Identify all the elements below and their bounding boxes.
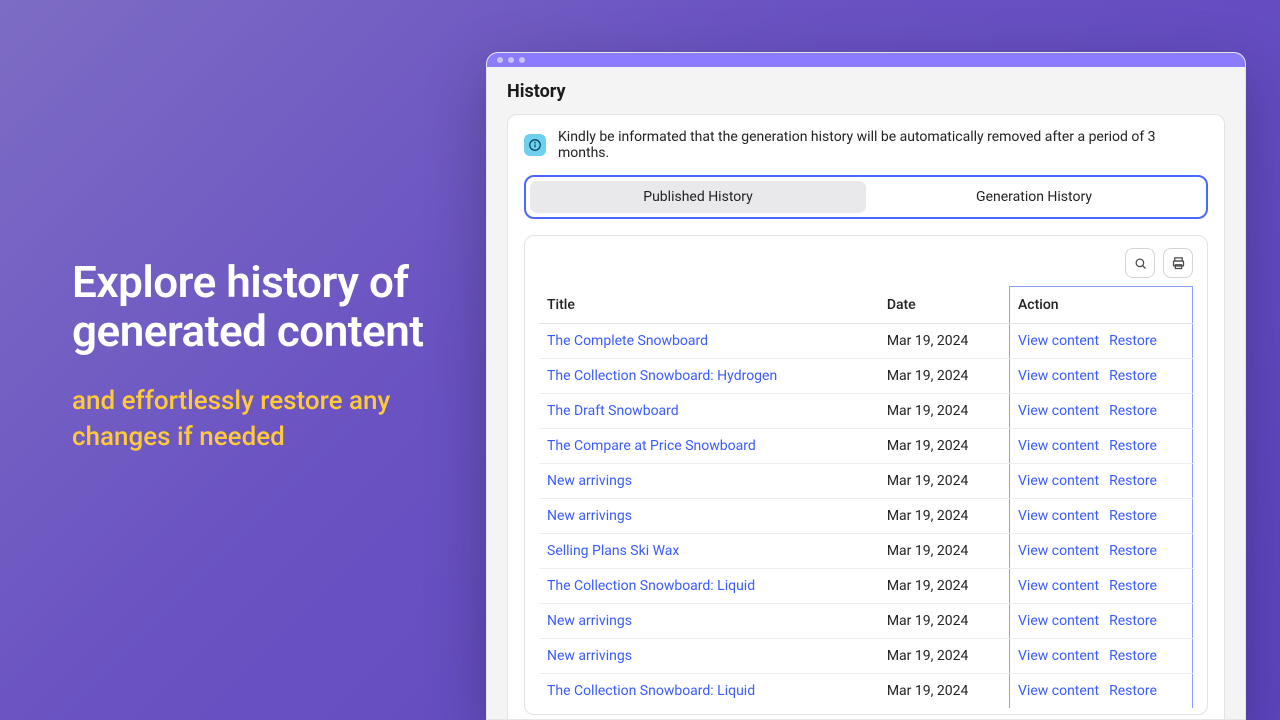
view-content-link[interactable]: View content — [1018, 683, 1099, 699]
traffic-light-dot — [519, 57, 525, 63]
tabs: Published HistoryGeneration History — [524, 175, 1208, 219]
history-table: Title Date Action The Complete Snowboard… — [539, 286, 1193, 708]
row-title-link[interactable]: New arrivings — [547, 508, 632, 524]
row-actions: View content Restore — [1010, 674, 1193, 709]
restore-link[interactable]: Restore — [1109, 508, 1157, 524]
restore-link[interactable]: Restore — [1109, 473, 1157, 489]
row-date: Mar 19, 2024 — [879, 429, 1010, 464]
info-icon — [524, 134, 546, 156]
traffic-light-dot — [497, 57, 503, 63]
row-actions: View content Restore — [1010, 569, 1193, 604]
row-title-link[interactable]: The Compare at Price Snowboard — [547, 438, 756, 454]
col-header-date: Date — [879, 287, 1010, 324]
table-row: New arrivings Mar 19, 2024 View content Res… — [539, 639, 1193, 674]
row-title-link[interactable]: Selling Plans Ski Wax — [547, 543, 679, 559]
restore-link[interactable]: Restore — [1109, 438, 1157, 454]
table-row: The Compare at Price Snowboard Mar 19, 20… — [539, 429, 1193, 464]
table-row: The Draft SnowboardMar 19, 2024View cont… — [539, 394, 1193, 429]
row-actions: View content Restore — [1010, 499, 1193, 534]
view-content-link[interactable]: View content — [1018, 648, 1099, 664]
view-content-link[interactable]: View content — [1018, 438, 1099, 454]
tab-generation-history[interactable]: Generation History — [866, 181, 1202, 213]
row-date: Mar 19, 2024 — [879, 499, 1010, 534]
view-content-link[interactable]: View content — [1018, 333, 1099, 349]
table-row: The Collection Snowboard: Hydrogen Mar 19… — [539, 359, 1193, 394]
view-content-link[interactable]: View content — [1018, 368, 1099, 384]
tab-published-history[interactable]: Published History — [530, 181, 866, 213]
traffic-light-dot — [508, 57, 514, 63]
row-actions: View content Restore — [1010, 324, 1193, 359]
row-title-link[interactable]: New arrivings — [547, 648, 632, 664]
restore-link[interactable]: Restore — [1109, 648, 1157, 664]
row-actions: View content Restore — [1010, 359, 1193, 394]
history-card: Kindly be informated that the generation… — [507, 114, 1225, 720]
print-icon — [1171, 256, 1186, 271]
search-button[interactable] — [1125, 248, 1155, 278]
row-actions: View content Restore — [1010, 429, 1193, 464]
row-title-link[interactable]: The Draft Snowboard — [547, 403, 679, 419]
row-date: Mar 19, 2024 — [879, 674, 1010, 709]
print-button[interactable] — [1163, 248, 1193, 278]
view-content-link[interactable]: View content — [1018, 613, 1099, 629]
page-title: History — [507, 81, 1225, 102]
info-banner-text: Kindly be informated that the generation… — [558, 129, 1208, 161]
row-date: Mar 19, 2024 — [879, 569, 1010, 604]
row-actions: View content Restore — [1010, 464, 1193, 499]
row-title-link[interactable]: New arrivings — [547, 613, 632, 629]
row-date: Mar 19, 2024 — [879, 394, 1010, 429]
restore-link[interactable]: Restore — [1109, 543, 1157, 559]
row-date: Mar 19, 2024 — [879, 604, 1010, 639]
col-header-title: Title — [539, 287, 879, 324]
row-title-link[interactable]: The Collection Snowboard: Liquid — [547, 578, 755, 594]
row-date: Mar 19, 2024 — [879, 534, 1010, 569]
restore-link[interactable]: Restore — [1109, 578, 1157, 594]
row-date: Mar 19, 2024 — [879, 639, 1010, 674]
table-row: New arrivings Mar 19, 2024 View content Res… — [539, 464, 1193, 499]
table-row: The Collection Snowboard: Liquid Mar 19, … — [539, 569, 1193, 604]
table-panel: Title Date Action The Complete Snowboard… — [524, 235, 1208, 715]
row-title-link[interactable]: The Collection Snowboard: Liquid — [547, 683, 755, 699]
row-date: Mar 19, 2024 — [879, 324, 1010, 359]
table-row: New arrivings Mar 19, 2024 View content Res… — [539, 604, 1193, 639]
search-icon — [1133, 256, 1148, 271]
view-content-link[interactable]: View content — [1018, 403, 1099, 419]
table-row: New arrivings Mar 19, 2024 View content Res… — [539, 499, 1193, 534]
window-titlebar — [487, 53, 1245, 67]
row-actions: View content Restore — [1010, 534, 1193, 569]
view-content-link[interactable]: View content — [1018, 508, 1099, 524]
row-date: Mar 19, 2024 — [879, 464, 1010, 499]
row-title-link[interactable]: The Collection Snowboard: Hydrogen — [547, 368, 777, 384]
view-content-link[interactable]: View content — [1018, 578, 1099, 594]
col-header-action: Action — [1010, 287, 1193, 324]
promo-headline: Explore history of generated content — [72, 258, 432, 357]
table-row: Selling Plans Ski WaxMar 19, 2024View co… — [539, 534, 1193, 569]
row-title-link[interactable]: New arrivings — [547, 473, 632, 489]
restore-link[interactable]: Restore — [1109, 403, 1157, 419]
view-content-link[interactable]: View content — [1018, 473, 1099, 489]
row-actions: View content Restore — [1010, 639, 1193, 674]
row-title-link[interactable]: The Complete Snowboard — [547, 333, 708, 349]
row-date: Mar 19, 2024 — [879, 359, 1010, 394]
promo-subline: and effortlessly restore any changes if … — [72, 383, 432, 456]
restore-link[interactable]: Restore — [1109, 333, 1157, 349]
restore-link[interactable]: Restore — [1109, 613, 1157, 629]
promo-block: Explore history of generated content and… — [72, 258, 432, 455]
view-content-link[interactable]: View content — [1018, 543, 1099, 559]
app-window: History Kindly be informated that the ge… — [486, 52, 1246, 720]
restore-link[interactable]: Restore — [1109, 368, 1157, 384]
table-row: The Collection Snowboard: Liquid Mar 19, … — [539, 674, 1193, 709]
info-banner: Kindly be informated that the generation… — [524, 129, 1208, 161]
table-row: The Complete SnowboardMar 19, 2024View c… — [539, 324, 1193, 359]
row-actions: View content Restore — [1010, 394, 1193, 429]
row-actions: View content Restore — [1010, 604, 1193, 639]
restore-link[interactable]: Restore — [1109, 683, 1157, 699]
